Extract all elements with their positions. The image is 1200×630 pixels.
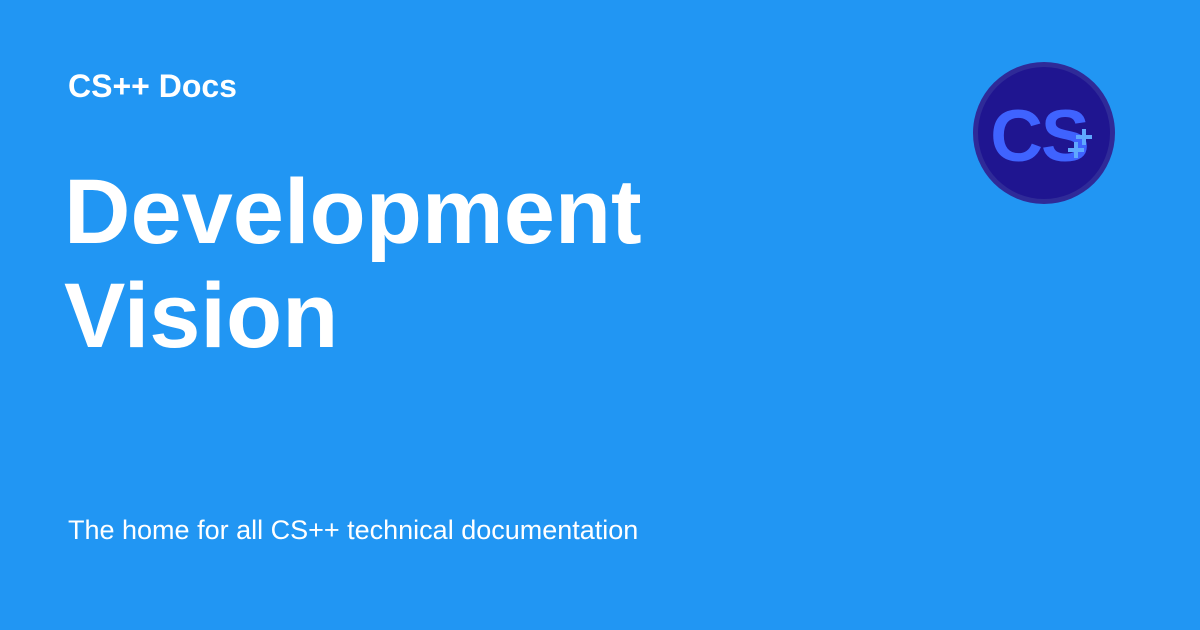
page-title-line-2: Vision (64, 265, 339, 367)
page-title-line-1: Development (64, 161, 642, 263)
page-title: Development Vision (64, 160, 784, 368)
page-description: The home for all CS++ technical document… (68, 515, 639, 545)
social-card: CS++ Docs Development Vision The home fo… (0, 0, 1200, 630)
logo-cs-text: CS (990, 96, 1087, 177)
site-name: CS++ Docs (68, 68, 237, 104)
cs-plus-plus-logo: CS (973, 62, 1115, 204)
